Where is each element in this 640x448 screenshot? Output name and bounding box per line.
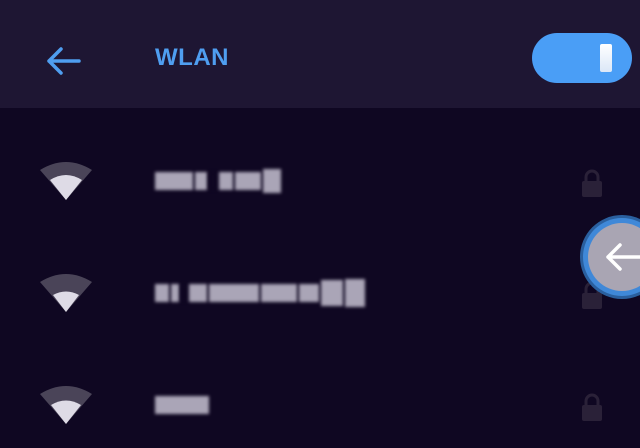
floating-button-face (588, 223, 640, 291)
network-list (0, 108, 640, 444)
network-item[interactable] (0, 220, 640, 332)
network-name-obscured (155, 169, 281, 193)
toggle-knob (600, 44, 612, 72)
wlan-toggle[interactable] (532, 33, 632, 83)
network-item[interactable] (0, 108, 640, 220)
lock-icon (582, 169, 602, 197)
network-item[interactable] (0, 332, 640, 444)
wifi-signal-icon (40, 386, 92, 424)
back-button[interactable] (40, 38, 86, 84)
wifi-signal-icon (40, 162, 92, 200)
wlan-settings-screen: WLAN (0, 0, 640, 448)
top-bar: WLAN (0, 0, 640, 108)
page-title: WLAN (155, 44, 229, 71)
lock-icon (582, 393, 602, 421)
arrow-left-icon (606, 243, 640, 271)
wifi-signal-icon (40, 274, 92, 312)
network-name-obscured (155, 279, 365, 307)
network-name-obscured (155, 394, 209, 416)
arrow-left-icon (47, 47, 81, 75)
